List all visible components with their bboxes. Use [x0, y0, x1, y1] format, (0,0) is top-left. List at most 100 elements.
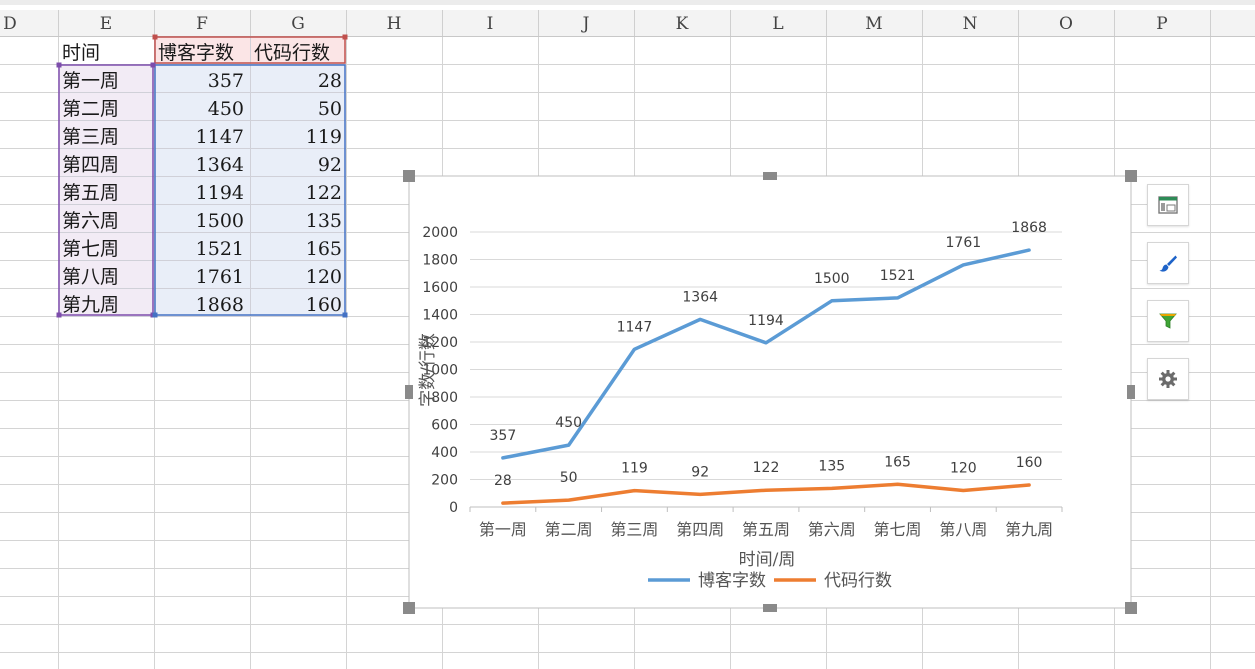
- y-tick-label: 1800: [422, 253, 458, 269]
- y-tick-label: 400: [431, 445, 458, 461]
- data-label: 28: [494, 473, 512, 489]
- chart-edge-handle[interactable]: [405, 385, 413, 399]
- chart-corner-handle[interactable]: [403, 602, 415, 614]
- header-cell-code-lines[interactable]: 代码行数: [254, 42, 330, 64]
- cell-code-lines[interactable]: 120: [306, 266, 342, 288]
- y-tick-label: 0: [449, 500, 458, 516]
- cell-week[interactable]: 第九周: [62, 294, 119, 316]
- x-category-label: 第六周: [808, 520, 856, 539]
- column-header-K[interactable]: K: [676, 14, 689, 34]
- chart-styles-button[interactable]: [1147, 242, 1189, 284]
- cell-code-lines[interactable]: 119: [306, 126, 342, 148]
- column-header-N[interactable]: N: [963, 14, 978, 34]
- cell-code-lines[interactable]: 160: [306, 294, 342, 316]
- cell-blog-words[interactable]: 1364: [196, 154, 244, 176]
- cell-blog-words[interactable]: 1147: [196, 126, 244, 148]
- cell-blog-words[interactable]: 1761: [196, 266, 244, 288]
- chart-filters-button[interactable]: [1147, 300, 1189, 342]
- cell-code-lines[interactable]: 135: [306, 210, 342, 232]
- data-label: 92: [691, 464, 709, 480]
- cell-blog-words[interactable]: 1194: [196, 182, 244, 204]
- cell-blog-words[interactable]: 1521: [196, 238, 244, 260]
- column-header-M[interactable]: M: [865, 14, 882, 34]
- data-label: 450: [555, 415, 582, 431]
- selection-handle[interactable]: [150, 62, 156, 68]
- column-header-L[interactable]: L: [772, 14, 783, 34]
- data-label: 1147: [617, 319, 653, 335]
- x-category-label: 第七周: [874, 520, 922, 539]
- cell-code-lines[interactable]: 122: [306, 182, 342, 204]
- x-category-label: 第五周: [742, 520, 790, 539]
- cell-week[interactable]: 第三周: [62, 126, 119, 148]
- data-label: 1868: [1011, 220, 1047, 236]
- data-label: 1500: [814, 271, 850, 287]
- chart-corner-handle[interactable]: [403, 170, 415, 182]
- selection-handle[interactable]: [56, 312, 62, 318]
- chart-edge-handle[interactable]: [763, 172, 777, 180]
- y-tick-label: 600: [431, 418, 458, 434]
- column-header-D[interactable]: D: [3, 14, 17, 34]
- column-header-F[interactable]: F: [196, 14, 208, 34]
- chart-corner-handle[interactable]: [1125, 602, 1137, 614]
- legend-label-1[interactable]: 博客字数: [698, 571, 766, 591]
- chart-elements-icon: [1158, 196, 1178, 214]
- header-cell-time[interactable]: 时间: [62, 42, 100, 64]
- y-tick-label: 2000: [422, 225, 458, 241]
- cell-week[interactable]: 第四周: [62, 154, 119, 176]
- cell-blog-words[interactable]: 450: [208, 98, 244, 120]
- x-category-label: 第九周: [1005, 520, 1053, 539]
- column-header-J[interactable]: J: [581, 14, 590, 34]
- column-header-I[interactable]: I: [487, 14, 494, 34]
- cell-week[interactable]: 第二周: [62, 98, 119, 120]
- y-axis-title[interactable]: 字数/行数: [418, 333, 438, 407]
- column-header-P[interactable]: P: [1156, 14, 1167, 34]
- chart-edge-handle[interactable]: [1127, 385, 1135, 399]
- selection-handle[interactable]: [342, 34, 348, 40]
- toolbar-strip: [0, 0, 1255, 5]
- cell-blog-words[interactable]: 357: [208, 70, 244, 92]
- chart-elements-button[interactable]: [1147, 184, 1189, 226]
- cell-code-lines[interactable]: 92: [318, 154, 342, 176]
- cell-code-lines[interactable]: 50: [318, 98, 342, 120]
- data-label: 50: [560, 470, 578, 486]
- cell-week[interactable]: 第六周: [62, 210, 119, 232]
- data-label: 122: [753, 460, 780, 476]
- spreadsheet-canvas: DEFGHIJKLMNOP 时间 博客字数 代码行数第一周 357 28第二周 450 50…: [0, 0, 1255, 669]
- cell-week[interactable]: 第七周: [62, 238, 119, 260]
- selection-handle[interactable]: [152, 34, 158, 40]
- data-label: 165: [884, 454, 911, 470]
- chart-edge-handle[interactable]: [763, 604, 777, 612]
- x-axis-title[interactable]: 时间/周: [739, 550, 796, 570]
- selection-handle[interactable]: [342, 312, 348, 318]
- chart-corner-handle[interactable]: [1125, 170, 1137, 182]
- cell-week[interactable]: 第一周: [62, 70, 119, 92]
- column-header-G[interactable]: G: [291, 14, 305, 34]
- column-header-bar[interactable]: D E F G H I J K L M N O P: [0, 0, 1255, 37]
- data-label: 120: [950, 461, 977, 477]
- line-chart[interactable]: 0200400600800100012001400160018002000 第一…: [403, 170, 1137, 614]
- x-category-label: 第八周: [939, 520, 987, 539]
- chart-settings-button[interactable]: [1147, 358, 1189, 400]
- column-header-E[interactable]: E: [100, 14, 112, 34]
- cell-blog-words[interactable]: 1868: [196, 294, 244, 316]
- header-spacer: [0, 5, 1255, 10]
- chart-area[interactable]: [408, 175, 1132, 609]
- header-cell-blog-words[interactable]: 博客字数: [158, 42, 234, 64]
- column-header-H[interactable]: H: [387, 14, 402, 34]
- cell-week[interactable]: 第五周: [62, 182, 119, 204]
- x-category-label: 第三周: [610, 520, 658, 539]
- cell-week[interactable]: 第八周: [62, 266, 119, 288]
- x-axis-category-labels: 第一周 第二周 第三周 第四周 第五周 第六周 第七周 第八周 第九周: [479, 520, 1053, 539]
- cell-code-lines[interactable]: 165: [306, 238, 342, 260]
- data-label: 1761: [946, 235, 982, 251]
- y-tick-label: 1600: [422, 280, 458, 296]
- cell-blog-words[interactable]: 1500: [196, 210, 244, 232]
- x-category-label: 第一周: [479, 520, 527, 539]
- cell-code-lines[interactable]: 28: [318, 70, 342, 92]
- selection-handle[interactable]: [56, 62, 62, 68]
- data-label: 1521: [880, 268, 916, 284]
- selection-handle[interactable]: [152, 312, 158, 318]
- legend-label-2[interactable]: 代码行数: [824, 571, 892, 591]
- y-tick-label: 200: [431, 473, 458, 489]
- column-header-O[interactable]: O: [1059, 14, 1073, 34]
